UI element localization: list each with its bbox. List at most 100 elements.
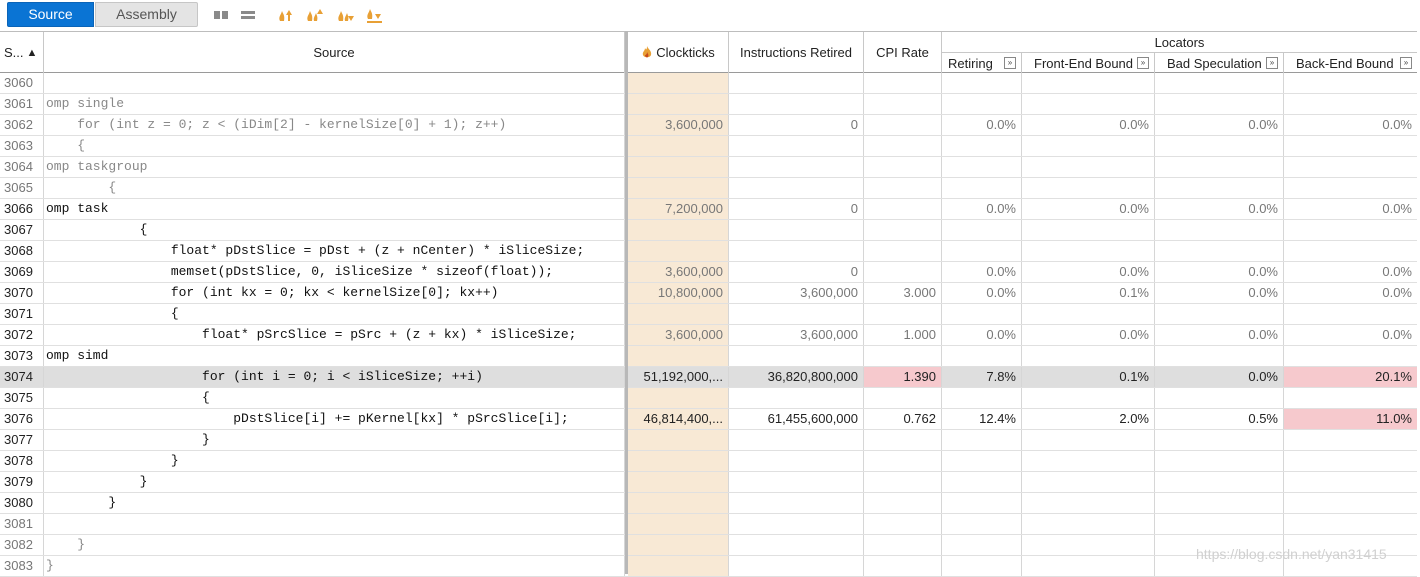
table-row[interactable]: 3067 { [0,220,1417,241]
cell-retiring: 0.0% [942,283,1022,303]
column-header-source-label: Source [313,45,355,60]
table-row[interactable]: 3078 } [0,451,1417,472]
cell-source: { [44,388,625,408]
cell-line: 3080 [0,493,44,513]
cell-source: omp taskgroup [44,157,625,177]
cell-retiring: 7.8% [942,367,1022,387]
cell-retiring [942,136,1022,156]
cell-clockticks [628,346,729,366]
column-header-backend-label: Back-End Bound [1296,55,1394,71]
column-header-instructions[interactable]: Instructions Retired [729,32,864,73]
cell-frontend [1022,346,1155,366]
cell-backend [1284,346,1417,366]
table-row[interactable]: 3072 float* pSrcSlice = pSrc + (z + kx) … [0,325,1417,346]
expand-frontend-icon[interactable]: » [1137,57,1149,69]
cell-clockticks [628,430,729,450]
cell-line: 3081 [0,514,44,534]
column-header-retiring[interactable]: Retiring » [942,53,1022,73]
cell-frontend [1022,220,1155,240]
cell-clockticks [628,493,729,513]
cell-badspec: 0.0% [1155,325,1284,345]
column-group-locators: Locators [942,32,1417,53]
cell-instructions: 0 [729,115,864,135]
cell-frontend [1022,304,1155,324]
table-row[interactable]: 3065 { [0,178,1417,199]
cell-badspec: 0.0% [1155,115,1284,135]
cell-source: pDstSlice[i] += pKernel[kx] * pSrcSlice[… [44,409,625,429]
tab-source[interactable]: Source [7,2,94,27]
table-row[interactable]: 3068 float* pDstSlice = pDst + (z + nCen… [0,241,1417,262]
column-header-badspec[interactable]: Bad Speculation » [1155,53,1284,73]
table-row[interactable]: 3075 { [0,388,1417,409]
column-header-instructions-label: Instructions Retired [740,45,852,60]
cell-source: } [44,556,625,576]
cell-cpi [864,472,942,492]
rows-icon[interactable] [239,6,257,24]
cell-backend [1284,241,1417,261]
table-row[interactable]: 3063 { [0,136,1417,157]
cell-clockticks: 10,800,000 [628,283,729,303]
table-row[interactable]: 3062 for (int z = 0; z < (iDim[2] - kern… [0,115,1417,136]
cell-badspec: 0.0% [1155,283,1284,303]
table-row[interactable]: 3069 memset(pDstSlice, 0, iSliceSize * s… [0,262,1417,283]
flame-down-icon[interactable] [336,6,354,24]
cell-badspec [1155,472,1284,492]
cell-backend: 0.0% [1382,327,1412,342]
table-row[interactable]: 3070 for (int kx = 0; kx < kernelSize[0]… [0,283,1417,304]
table-row[interactable]: 3064 omp taskgroup [0,157,1417,178]
expand-retiring-icon[interactable]: » [1004,57,1016,69]
column-header-retiring-label: Retiring [948,55,993,71]
column-header-frontend[interactable]: Front-End Bound » [1022,53,1155,73]
cell-retiring [942,241,1022,261]
cell-line: 3082 [0,535,44,555]
flame-up-next-icon[interactable] [305,6,323,24]
cell-clockticks [628,388,729,408]
flame-up-icon[interactable] [276,6,294,24]
cell-retiring [942,430,1022,450]
cell-badspec [1155,430,1284,450]
column-header-cpi[interactable]: CPI Rate [864,32,942,73]
cell-source: { [44,220,625,240]
cell-frontend [1022,535,1155,555]
cell-retiring [942,346,1022,366]
column-header-clockticks[interactable]: Clockticks [628,32,729,73]
table-row[interactable]: 3081 [0,514,1417,535]
column-header-cpi-label: CPI Rate [876,45,929,60]
cell-frontend: 0.0% [1022,199,1155,219]
cell-clockticks [628,220,729,240]
table-row[interactable]: 3060 [0,73,1417,94]
column-header-source[interactable]: Source [44,32,625,73]
cell-cpi [864,493,942,513]
column-header-line[interactable]: S... ▲ [0,32,44,73]
flame-down-next-icon[interactable] [365,6,383,24]
cell-frontend [1022,73,1155,93]
table-row[interactable]: 3071 { [0,304,1417,325]
column-header-backend[interactable]: Back-End Bound » [1284,53,1417,73]
cell-source: omp single [44,94,625,114]
cell-source [44,73,625,93]
cell-badspec [1155,493,1284,513]
columns-icon[interactable] [212,6,230,24]
cell-clockticks: 7,200,000 [628,199,729,219]
cell-instructions [729,388,864,408]
expand-backend-icon[interactable]: » [1400,57,1412,69]
table-row[interactable]: 3061 omp single [0,94,1417,115]
cell-instructions [729,178,864,198]
table-row[interactable]: 3074 for (int i = 0; i < iSliceSize; ++i… [0,367,1417,388]
tab-assembly[interactable]: Assembly [95,2,198,27]
cell-badspec [1155,514,1284,534]
cell-backend [1284,514,1417,534]
cell-line: 3070 [0,283,44,303]
table-row[interactable]: 3066 omp task 7,200,000 0 0.0% 0.0% 0.0% 0.0% [0,199,1417,220]
cell-line: 3069 [0,262,44,282]
cell-source: omp simd [44,346,625,366]
cell-instructions [729,220,864,240]
table-row[interactable]: 3077 } [0,430,1417,451]
table-row[interactable]: 3076 pDstSlice[i] += pKernel[kx] * pSrcS… [0,409,1417,430]
table-row[interactable]: 3079 } [0,472,1417,493]
cell-retiring [942,94,1022,114]
table-row[interactable]: 3080 } [0,493,1417,514]
cell-frontend: 0.0% [1022,115,1155,135]
expand-badspec-icon[interactable]: » [1266,57,1278,69]
table-row[interactable]: 3073 omp simd [0,346,1417,367]
